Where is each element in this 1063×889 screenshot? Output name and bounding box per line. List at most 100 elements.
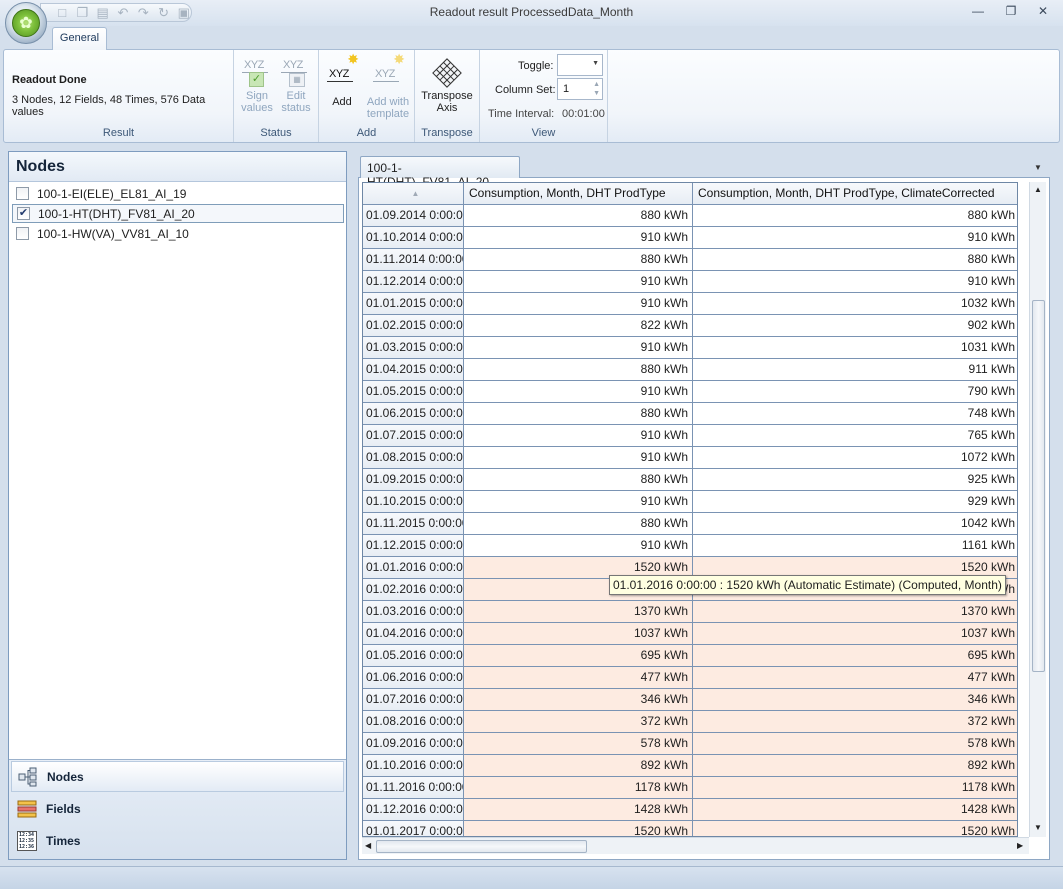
value-cell[interactable]: 1370 kWh (464, 601, 693, 623)
value-cell[interactable]: 910 kWh (464, 271, 693, 293)
value-cell[interactable]: 346 kWh (693, 689, 1017, 711)
horizontal-scroll-thumb[interactable] (376, 840, 587, 853)
minimize-icon[interactable]: — (967, 3, 989, 19)
edit-status-button[interactable]: XYZ ▦ Edit status (277, 56, 315, 114)
value-cell[interactable]: 372 kWh (464, 711, 693, 733)
scroll-down-icon[interactable]: ▼ (1034, 823, 1042, 832)
node-item[interactable]: 100-1-EI(ELE)_EL81_AI_19 (12, 184, 344, 203)
value-cell[interactable]: 1072 kWh (693, 447, 1017, 469)
row-time-header[interactable]: 01.11.2014 0:00:00 (363, 249, 464, 271)
value-cell[interactable]: 910 kWh (693, 227, 1017, 249)
row-time-header[interactable]: 01.01.2015 0:00:00 (363, 293, 464, 315)
column-header[interactable]: Consumption, Month, DHT ProdType (464, 183, 693, 205)
close-icon[interactable]: ✕ (1032, 3, 1054, 19)
tab-list-dropdown-icon[interactable]: ▼ (1034, 163, 1042, 172)
vertical-scroll-thumb[interactable] (1032, 300, 1045, 672)
value-cell[interactable]: 1520 kWh (464, 821, 693, 836)
node-item-selected[interactable]: ✔ 100-1-HT(DHT)_FV81_AI_20 (12, 204, 344, 223)
row-time-header[interactable]: 01.04.2015 0:00:00 (363, 359, 464, 381)
value-cell[interactable]: 910 kWh (464, 227, 693, 249)
value-cell[interactable]: 925 kWh (693, 469, 1017, 491)
value-cell[interactable]: 880 kWh (464, 205, 693, 227)
value-cell[interactable]: 477 kWh (464, 667, 693, 689)
column-set-spinner[interactable]: 1 ▲ ▼ (557, 78, 603, 100)
value-cell[interactable]: 910 kWh (464, 381, 693, 403)
row-time-header[interactable]: 01.10.2016 0:00:00 (363, 755, 464, 777)
row-time-header[interactable]: 01.10.2015 0:00:00 (363, 491, 464, 513)
horizontal-scrollbar[interactable]: ◀ ▶ (362, 837, 1029, 854)
value-cell[interactable]: 477 kWh (693, 667, 1017, 689)
value-cell[interactable]: 1161 kWh (693, 535, 1017, 557)
row-time-header[interactable]: 01.12.2014 0:00:00 (363, 271, 464, 293)
value-cell[interactable]: 1428 kWh (693, 799, 1017, 821)
value-cell[interactable]: 880 kWh (464, 469, 693, 491)
application-menu-button[interactable]: ✿ (5, 2, 47, 44)
row-time-header[interactable]: 01.06.2016 0:00:00 (363, 667, 464, 689)
scroll-up-icon[interactable]: ▲ (1034, 185, 1042, 194)
node-checkbox[interactable] (16, 227, 29, 240)
node-item[interactable]: 100-1-HW(VA)_VV81_AI_10 (12, 224, 344, 243)
scroll-right-icon[interactable]: ▶ (1017, 841, 1023, 850)
value-cell[interactable]: 910 kWh (464, 337, 693, 359)
value-cell[interactable]: 880 kWh (464, 359, 693, 381)
row-time-header[interactable]: 01.07.2015 0:00:00 (363, 425, 464, 447)
value-cell[interactable]: 822 kWh (464, 315, 693, 337)
row-time-header[interactable]: 01.11.2015 0:00:00 (363, 513, 464, 535)
maximize-icon[interactable]: ❐ (1000, 3, 1022, 19)
value-cell[interactable]: 372 kWh (693, 711, 1017, 733)
nav-nodes[interactable]: Nodes (11, 761, 344, 792)
value-cell[interactable]: 790 kWh (693, 381, 1017, 403)
value-cell[interactable]: 578 kWh (464, 733, 693, 755)
node-checkbox-checked[interactable]: ✔ (17, 207, 30, 220)
value-cell[interactable]: 1042 kWh (693, 513, 1017, 535)
value-cell[interactable]: 910 kWh (464, 447, 693, 469)
row-time-header[interactable]: 01.12.2015 0:00:00 (363, 535, 464, 557)
add-button[interactable]: XYZ ✸ Add (324, 52, 360, 108)
tab-node-data[interactable]: 100-1-HT(DHT)_FV81_AI_20 (360, 156, 520, 189)
row-time-header[interactable]: 01.09.2016 0:00:00 (363, 733, 464, 755)
value-cell[interactable]: 1178 kWh (693, 777, 1017, 799)
row-time-header[interactable]: 01.01.2016 0:00:00 (363, 557, 464, 579)
row-time-header[interactable]: 01.03.2016 0:00:00 (363, 601, 464, 623)
nav-fields[interactable]: Fields (11, 793, 344, 824)
value-cell[interactable]: 1032 kWh (693, 293, 1017, 315)
row-time-header[interactable]: 01.12.2016 0:00:00 (363, 799, 464, 821)
sort-arrow-icon[interactable]: ▲ (363, 183, 464, 205)
value-cell[interactable]: 911 kWh (693, 359, 1017, 381)
value-cell[interactable]: 1031 kWh (693, 337, 1017, 359)
value-cell[interactable]: 910 kWh (464, 293, 693, 315)
value-cell[interactable]: 1037 kWh (693, 623, 1017, 645)
value-cell[interactable]: 880 kWh (693, 249, 1017, 271)
spinner-arrows-icon[interactable]: ▲ ▼ (593, 80, 600, 98)
vertical-scrollbar[interactable]: ▲ ▼ (1029, 182, 1046, 837)
row-time-header[interactable]: 01.01.2017 0:00:00 (363, 821, 464, 836)
value-cell[interactable]: 880 kWh (464, 249, 693, 271)
value-cell[interactable]: 880 kWh (464, 513, 693, 535)
row-time-header[interactable]: 01.11.2016 0:00:00 (363, 777, 464, 799)
value-cell[interactable]: 1178 kWh (464, 777, 693, 799)
value-cell[interactable]: 765 kWh (693, 425, 1017, 447)
nav-times[interactable]: 12:34 12:35 12:36 Times (11, 825, 344, 856)
row-time-header[interactable]: 01.05.2015 0:00:00 (363, 381, 464, 403)
value-cell[interactable]: 1037 kWh (464, 623, 693, 645)
value-cell[interactable]: 1370 kWh (693, 601, 1017, 623)
value-cell[interactable]: 880 kWh (464, 403, 693, 425)
row-time-header[interactable]: 01.05.2016 0:00:00 (363, 645, 464, 667)
row-time-header[interactable]: 01.08.2016 0:00:00 (363, 711, 464, 733)
value-cell[interactable]: 880 kWh (693, 205, 1017, 227)
value-cell[interactable]: 1428 kWh (464, 799, 693, 821)
value-cell[interactable]: 902 kWh (693, 315, 1017, 337)
value-cell[interactable]: 910 kWh (464, 425, 693, 447)
value-cell[interactable]: 910 kWh (464, 491, 693, 513)
node-checkbox[interactable] (16, 187, 29, 200)
add-with-template-button[interactable]: XYZ ✸ Add with template (363, 52, 413, 120)
toggle-combobox[interactable]: ▼ (557, 54, 603, 76)
value-cell[interactable]: 892 kWh (464, 755, 693, 777)
row-time-header[interactable]: 01.08.2015 0:00:00 (363, 447, 464, 469)
value-cell[interactable]: 695 kWh (693, 645, 1017, 667)
value-cell[interactable]: 695 kWh (464, 645, 693, 667)
sign-values-button[interactable]: XYZ ✓ Sign values (239, 56, 275, 114)
scroll-left-icon[interactable]: ◀ (365, 841, 371, 850)
row-time-header[interactable]: 01.02.2015 0:00:00 (363, 315, 464, 337)
value-cell[interactable]: 929 kWh (693, 491, 1017, 513)
